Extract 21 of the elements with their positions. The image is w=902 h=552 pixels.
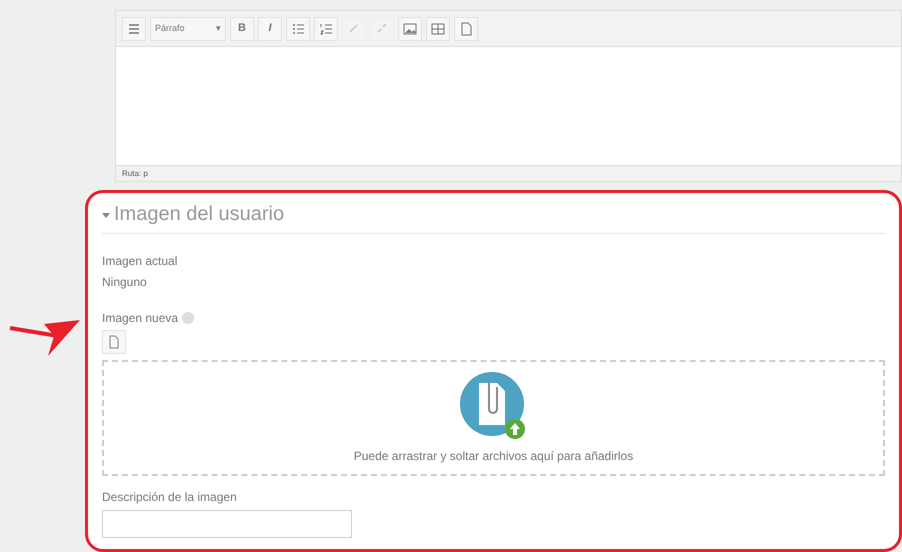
media-icon[interactable] bbox=[426, 16, 450, 40]
file-icon bbox=[108, 335, 120, 349]
file-picker-button[interactable] bbox=[102, 330, 126, 354]
toolbar-button[interactable]: B bbox=[230, 16, 254, 40]
field-label: Imagen nueva bbox=[102, 310, 178, 327]
section-title[interactable]: Imagen del usuario bbox=[114, 199, 284, 229]
field-label: Descripción de la imagen bbox=[102, 489, 238, 506]
path-label: Ruta: p bbox=[116, 165, 901, 181]
text-input[interactable] bbox=[102, 510, 352, 538]
format-dropdown[interactable]: Párrafo ▾ bbox=[150, 16, 226, 40]
bullet-list-icon[interactable] bbox=[286, 16, 310, 40]
field-value: Ninguno bbox=[102, 274, 148, 291]
toolbar-button[interactable]: I bbox=[258, 16, 282, 40]
image-icon[interactable] bbox=[398, 16, 422, 40]
drop-hint: Puede arrastrar y soltar archivos aquí para añadirlos bbox=[354, 448, 634, 465]
menu-icon[interactable] bbox=[122, 16, 146, 40]
file-icon[interactable] bbox=[454, 16, 478, 40]
drop-zone[interactable]: Puede arrastrar y soltar archivos aquí para añadirlos bbox=[102, 360, 885, 476]
text-editor[interactable]: Párrafo ▾ B I Ruta: p bbox=[115, 10, 902, 182]
numbered-list-icon[interactable] bbox=[314, 16, 338, 40]
field-label: Imagen actual bbox=[102, 253, 178, 270]
